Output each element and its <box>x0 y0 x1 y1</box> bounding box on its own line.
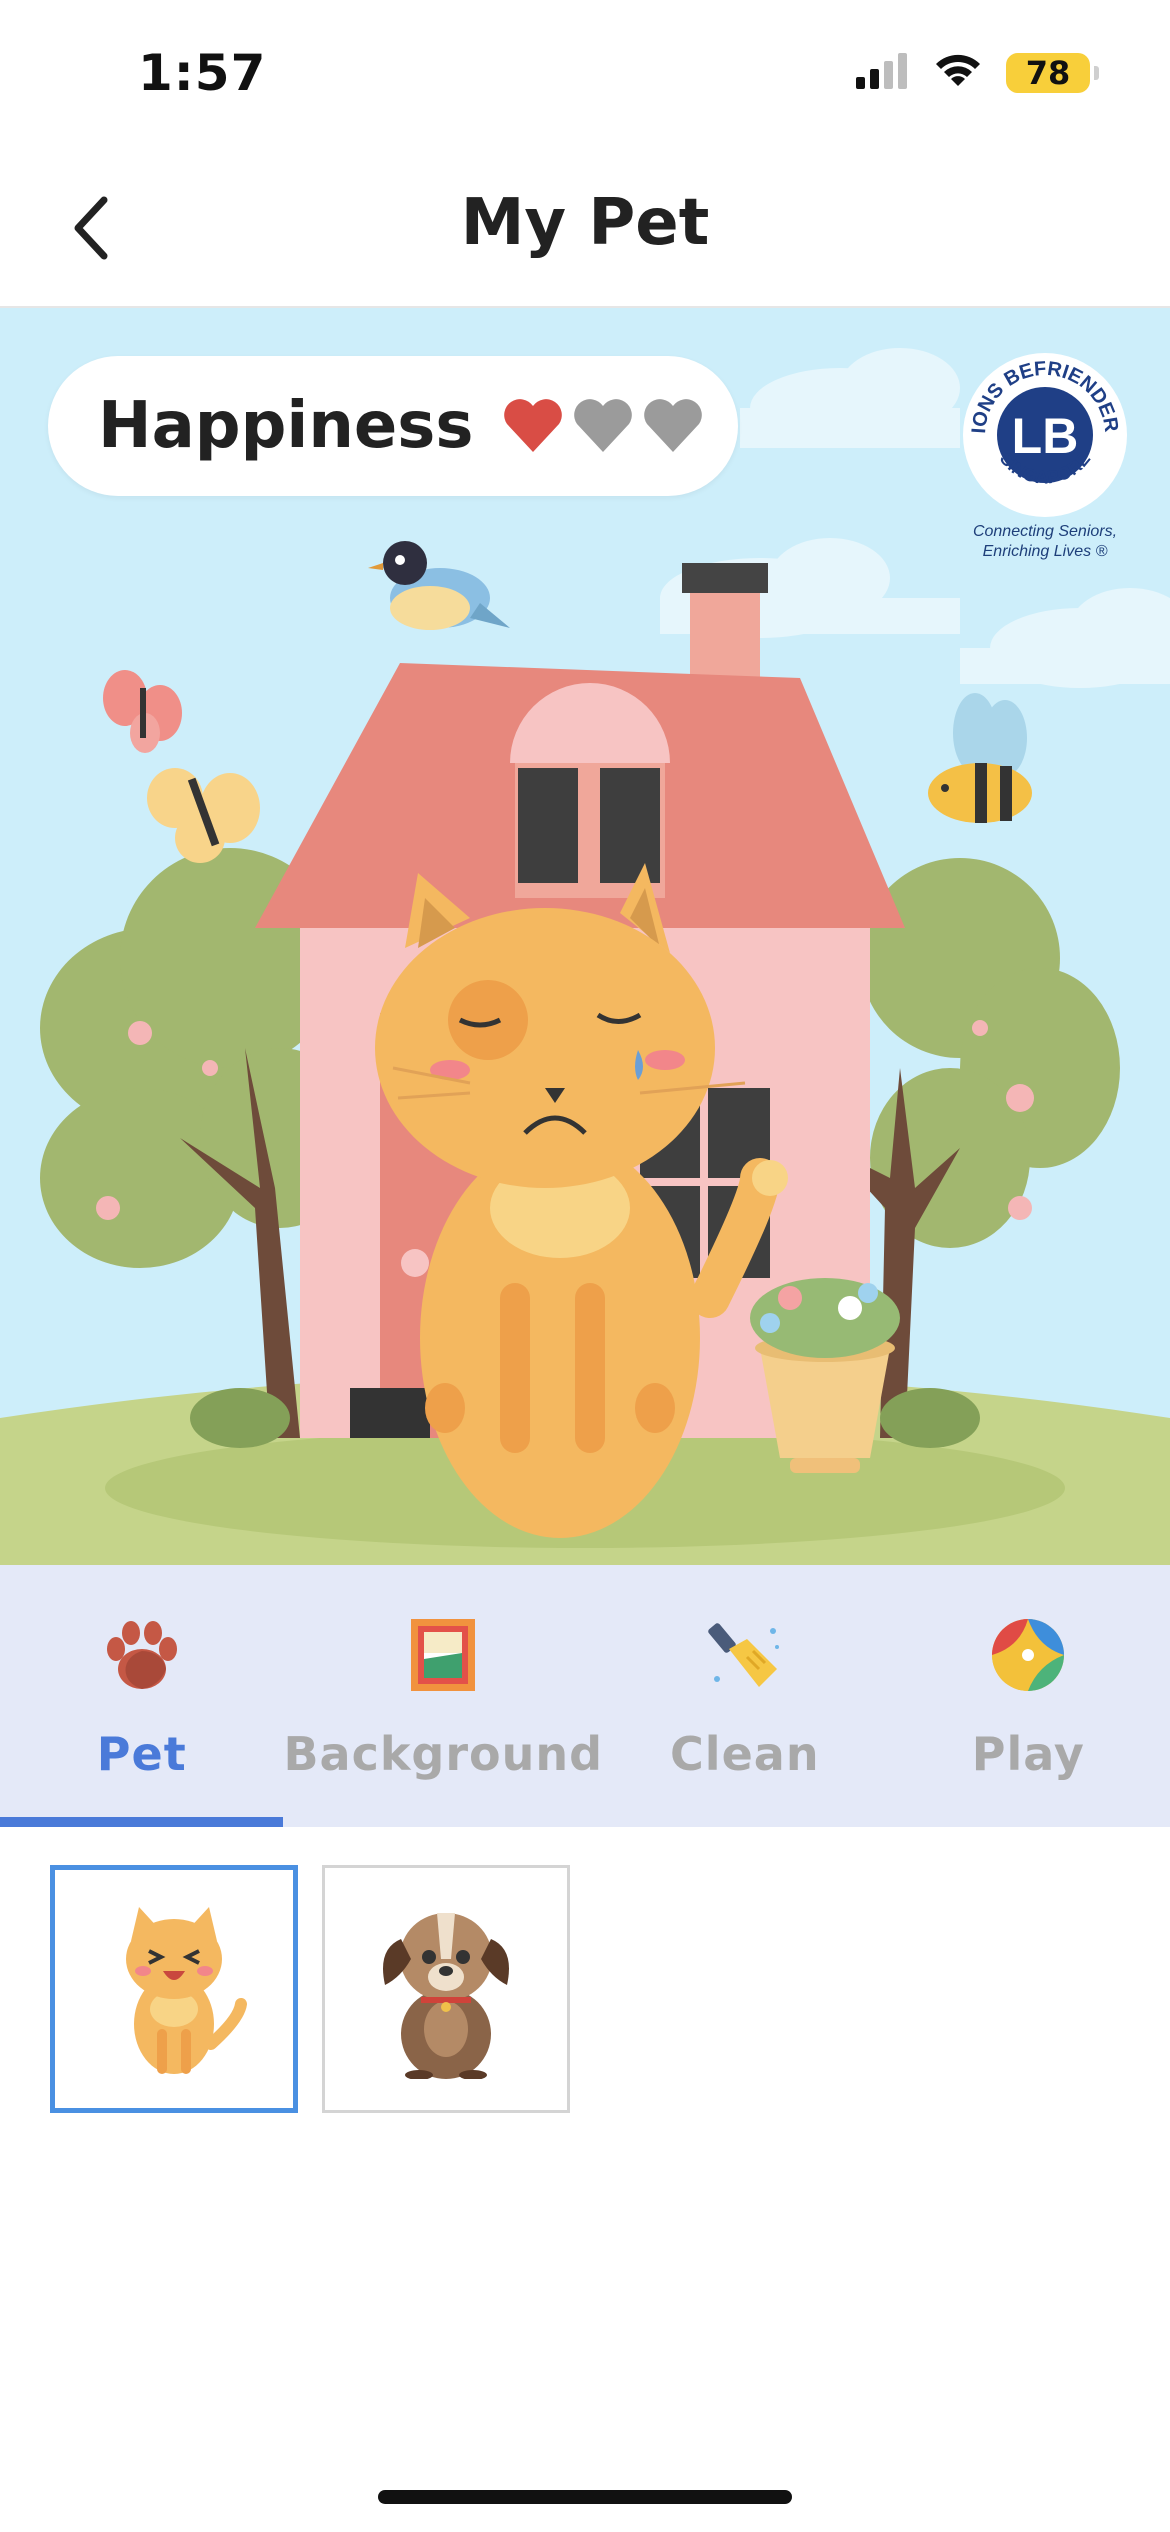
broom-icon <box>705 1615 785 1695</box>
logo-emblem: LIONS BEFRIENDERS SINGAPORE LB <box>960 350 1127 517</box>
svg-text:LB: LB <box>1012 408 1079 464</box>
heart-icon-empty <box>574 399 633 452</box>
pet-scene: Happiness LIONS BEFRIENDERS SINGAPORE LB… <box>0 308 1170 1565</box>
tab-label: Play <box>971 1727 1085 1781</box>
happiness-label: Happiness <box>98 389 474 463</box>
home-indicator[interactable] <box>378 2490 792 2504</box>
battery-icon: 78 <box>1006 53 1099 93</box>
pet-option-cat[interactable] <box>50 1865 298 2113</box>
paw-icon <box>102 1615 182 1695</box>
dog-icon <box>383 1913 509 2079</box>
logo-tagline: Connecting Seniors, Enriching Lives ® <box>972 523 1118 560</box>
hearts <box>501 396 705 456</box>
tab-pet[interactable]: Pet <box>0 1565 284 1827</box>
page-title: My Pet <box>460 186 710 260</box>
status-icons: 78 <box>856 52 1099 94</box>
lions-befrienders-logo: LIONS BEFRIENDERS SINGAPORE LB Connectin… <box>960 350 1130 570</box>
status-time: 1:57 <box>138 44 267 102</box>
pet-option-dog[interactable] <box>322 1865 570 2113</box>
pet-options <box>50 1865 570 2113</box>
status-bar: 1:57 78 <box>0 0 1170 150</box>
beach-ball-icon <box>988 1615 1068 1695</box>
tab-bar: Pet Background Clean Play <box>0 1565 1170 1827</box>
tab-label: Background <box>283 1727 604 1781</box>
picture-frame-icon <box>403 1615 483 1695</box>
tab-label: Clean <box>670 1727 820 1781</box>
nav-bar: My Pet <box>0 150 1170 308</box>
tab-background[interactable]: Background <box>283 1565 603 1827</box>
tab-clean[interactable]: Clean <box>603 1565 886 1827</box>
tab-play[interactable]: Play <box>887 1565 1170 1827</box>
heart-icon-empty <box>644 399 703 452</box>
heart-icon-filled <box>504 399 563 452</box>
wifi-icon <box>932 52 984 94</box>
signal-icon <box>856 53 910 93</box>
happiness-indicator: Happiness <box>48 356 738 496</box>
cat-icon <box>126 1907 247 2074</box>
battery-level: 78 <box>1025 54 1071 92</box>
tab-label: Pet <box>96 1727 187 1781</box>
